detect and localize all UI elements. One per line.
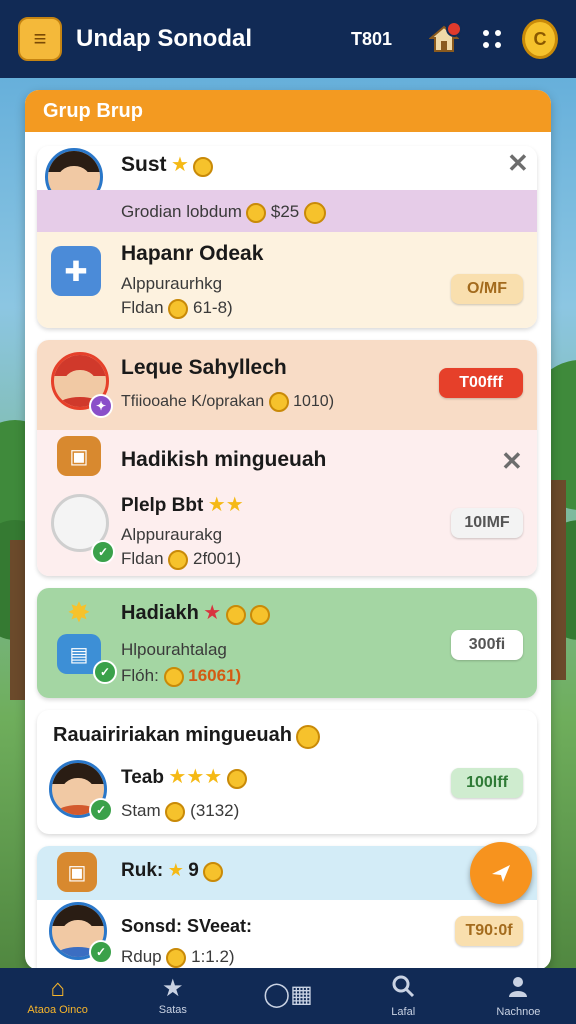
group-title: Leque Sahyllech bbox=[121, 356, 287, 379]
item-title: Teab bbox=[121, 767, 164, 788]
gift-icon: ✸ bbox=[67, 596, 91, 628]
profile-icon bbox=[506, 974, 530, 1004]
dots-icon[interactable] bbox=[474, 21, 510, 57]
star-icon: ★ bbox=[162, 975, 184, 1002]
treasure-chest-icon: ▣ bbox=[57, 852, 97, 892]
item-meta: Fldan bbox=[121, 549, 164, 568]
treasure-chest-icon: ▣ bbox=[57, 436, 101, 476]
panel-title: Grup Brup bbox=[25, 90, 551, 132]
group-title: Ruk: bbox=[121, 860, 164, 881]
star-icon: ★ bbox=[167, 860, 184, 880]
coin-icon bbox=[193, 156, 214, 177]
value-pill[interactable]: 10IMF bbox=[451, 508, 523, 538]
group-card-4[interactable]: Rauaiririakan mingueuah ✓ Teab ★★★ Stam … bbox=[37, 710, 537, 834]
group-stars-count: 9 bbox=[188, 860, 199, 881]
nav-label: Ataoa Oinco bbox=[27, 1004, 88, 1016]
coin-stack-icon bbox=[296, 724, 321, 749]
group-card-1[interactable]: ! Sust ★ ✕ Grodian lobdum $25 ✚ Hapanr O… bbox=[37, 146, 537, 328]
check-badge-icon: ✓ bbox=[89, 940, 113, 964]
bottom-navigation: ⌂ Ataoa Oinco ★ Satas ◯▦ Lafal Nachnoe bbox=[0, 968, 576, 1024]
purple-badge-icon: ✦ bbox=[89, 394, 113, 418]
item-meta: Flóh: bbox=[121, 666, 159, 685]
group-card-3[interactable]: ✸ ▤ ✓ Hadiakh ★ Hlpourahtalag Flóh: 1606… bbox=[37, 588, 537, 698]
app-title: Undap Sonodal bbox=[76, 25, 252, 52]
item-subtitle: Alppuraurhkg bbox=[121, 274, 223, 293]
send-action-button[interactable] bbox=[470, 842, 532, 904]
nav-item-home[interactable]: ⌂ Ataoa Oinco bbox=[0, 968, 115, 1024]
notification-dot bbox=[446, 21, 462, 37]
coin-icon bbox=[165, 801, 186, 822]
coin-icon bbox=[203, 861, 224, 882]
group-card-5[interactable]: ▣ Ruk: ★ 9 ✓ Sonsd: SVeeat: Rdup 1:1.2) … bbox=[37, 846, 537, 970]
nav-label: Satas bbox=[158, 1004, 187, 1016]
coin-icon bbox=[226, 768, 247, 789]
grid-icon: ◯▦ bbox=[263, 981, 313, 1008]
item-meta: Fldan bbox=[121, 298, 164, 317]
house-icon[interactable] bbox=[426, 21, 462, 57]
value-pill[interactable]: T90:0f bbox=[455, 916, 523, 946]
item-meta-value: 1:1.2) bbox=[191, 947, 235, 966]
nav-item-grid[interactable]: ◯▦ bbox=[230, 968, 345, 1024]
group-title: Rauaiririakan mingueuah bbox=[53, 724, 292, 746]
nav-label: Lafal bbox=[391, 1006, 416, 1018]
group-subtitle: Tfiiooahe K/oprakan bbox=[121, 393, 265, 411]
coin-icon bbox=[246, 203, 267, 223]
nav-item-stats[interactable]: ★ Satas bbox=[115, 968, 230, 1024]
check-badge-icon: ✓ bbox=[93, 660, 117, 684]
item-subtitle: Hlpourahtalag bbox=[121, 640, 227, 659]
value-pill[interactable]: 100lff bbox=[451, 768, 523, 798]
item-meta: Stam bbox=[121, 801, 161, 820]
check-badge-icon: ✓ bbox=[91, 540, 115, 564]
currency-count: T801 bbox=[350, 28, 392, 49]
close-icon[interactable]: ✕ bbox=[507, 148, 529, 179]
value-pill[interactable]: 300fi bbox=[451, 630, 523, 660]
coin-icon bbox=[166, 947, 187, 968]
coin-icon bbox=[168, 298, 189, 319]
group-title: Hadiakh bbox=[121, 602, 199, 624]
star-icon: ★ bbox=[203, 602, 222, 624]
coin-icon[interactable]: C bbox=[522, 19, 558, 59]
coin-icon bbox=[303, 202, 326, 224]
coin-icon bbox=[268, 392, 289, 412]
group-card-2[interactable]: ✦ Leque Sahyllech Tfiiooahe K/oprakan 10… bbox=[37, 340, 537, 576]
coin-icon bbox=[250, 604, 271, 625]
star-icon: ★★★ bbox=[168, 766, 223, 788]
item-subtitle: Alppuraurakg bbox=[121, 525, 223, 544]
value-pill[interactable]: O/MF bbox=[451, 274, 523, 304]
star-icon: ★ bbox=[170, 154, 189, 176]
item-meta-value: 16061) bbox=[188, 666, 242, 685]
item-title: Hapanr Odeak bbox=[121, 242, 264, 265]
item-title: Sonsd: SVeeat: bbox=[121, 916, 253, 936]
tablet-icon: ✚ bbox=[51, 246, 101, 296]
coin-icon bbox=[225, 604, 246, 625]
home-icon: ⌂ bbox=[50, 975, 65, 1002]
coin-stack-icon[interactable]: ≡ bbox=[18, 17, 62, 61]
star-icon: ★★ bbox=[207, 494, 244, 516]
search-icon bbox=[391, 974, 415, 1004]
banner-value: $25 bbox=[270, 202, 300, 222]
group-panel: Grup Brup ! Sust ★ ✕ Grodian lobdum $25 … bbox=[25, 90, 551, 970]
banner-text: Grodian lobdum bbox=[121, 202, 242, 222]
item-meta-value: 2f001) bbox=[193, 549, 242, 568]
coin-icon bbox=[168, 549, 189, 570]
nav-item-profile[interactable]: Nachnoe bbox=[461, 968, 576, 1024]
item-meta: Rdup bbox=[121, 947, 162, 966]
coin-icon bbox=[163, 666, 184, 687]
item-meta-value: 61-8) bbox=[193, 298, 233, 317]
item-title: Plelp Bbt bbox=[121, 495, 204, 516]
group-subtitle-value: 1010) bbox=[293, 393, 335, 411]
item-meta-value: (3132) bbox=[190, 801, 240, 820]
top-bar: ≡ Undap Sonodal T801 C bbox=[0, 0, 576, 78]
check-badge-icon: ✓ bbox=[89, 798, 113, 822]
nav-item-search[interactable]: Lafal bbox=[346, 968, 461, 1024]
section-title: Hadikish mingueuah bbox=[121, 448, 327, 471]
nav-label: Nachnoe bbox=[496, 1006, 541, 1018]
close-icon[interactable]: ✕ bbox=[501, 446, 523, 477]
group-title: Sust bbox=[121, 153, 167, 176]
value-pill[interactable]: T00fff bbox=[439, 368, 523, 398]
